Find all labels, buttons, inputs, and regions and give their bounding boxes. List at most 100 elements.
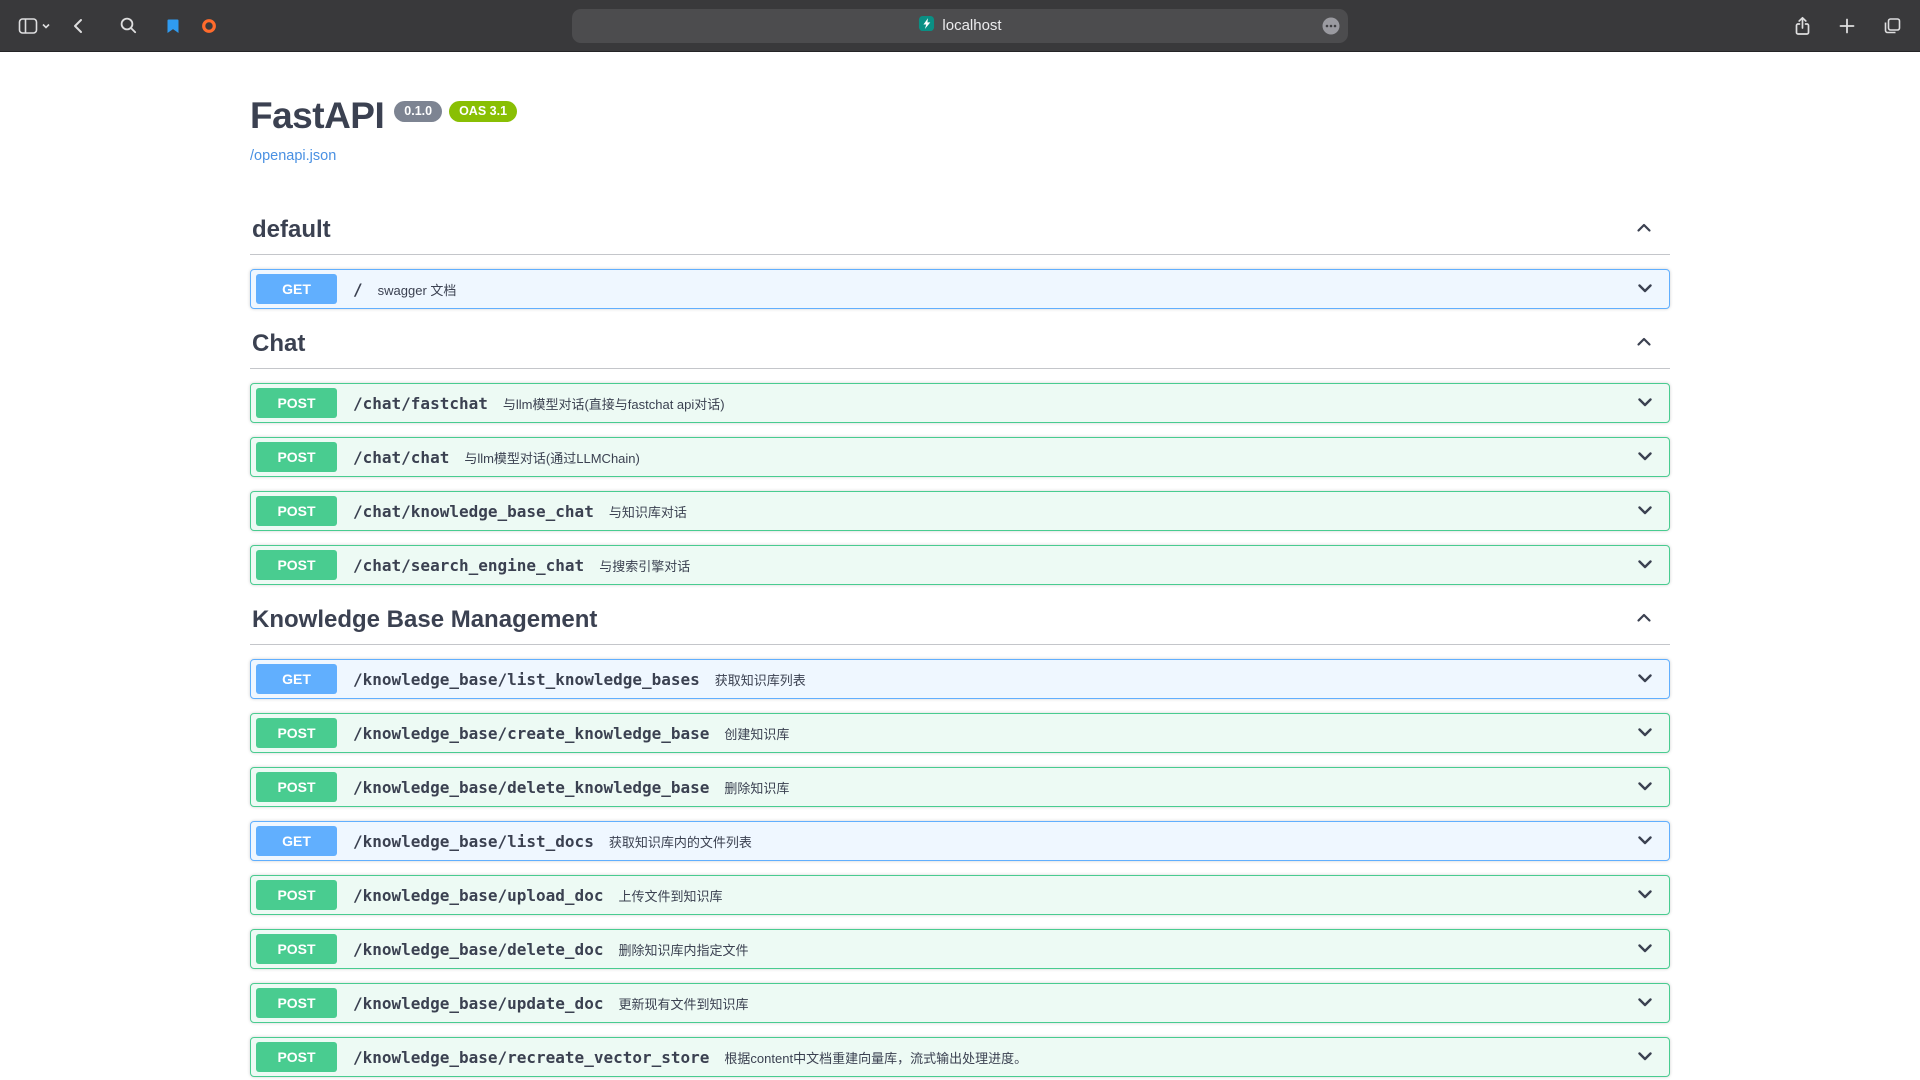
- more-options-icon[interactable]: [1320, 15, 1342, 37]
- endpoint-description: 根据content中文档重建向量库，流式输出处理进度。: [724, 1048, 1027, 1067]
- endpoint-row[interactable]: POST /knowledge_base/create_knowledge_ba…: [250, 713, 1670, 753]
- method-badge: GET: [256, 826, 337, 856]
- method-badge: POST: [256, 1042, 337, 1072]
- section-header[interactable]: Chat: [250, 323, 1670, 369]
- section-header[interactable]: default: [250, 209, 1670, 255]
- endpoint-description: 与知识库对话: [609, 502, 687, 521]
- endpoint-path: /knowledge_base/upload_doc: [353, 886, 603, 905]
- chevron-down-icon: [41, 21, 51, 31]
- endpoint-list: GET / swagger 文档: [250, 269, 1670, 309]
- endpoint-path: /chat/knowledge_base_chat: [353, 502, 594, 521]
- tab-overview-button[interactable]: [1880, 14, 1904, 38]
- chevron-down-icon: [1635, 992, 1655, 1015]
- method-badge: GET: [256, 274, 337, 304]
- openapi-spec-link[interactable]: /openapi.json: [250, 148, 336, 164]
- endpoint-description: 创建知识库: [724, 724, 789, 743]
- method-badge: POST: [256, 388, 337, 418]
- endpoint-path: /chat/search_engine_chat: [353, 556, 584, 575]
- endpoint-row[interactable]: POST /knowledge_base/recreate_vector_sto…: [250, 1037, 1670, 1077]
- page-title: FastAPI: [250, 96, 384, 136]
- expand-endpoint-button[interactable]: [1635, 938, 1655, 961]
- address-bar[interactable]: localhost: [572, 9, 1348, 43]
- blue-bookmark-extension-icon: [164, 17, 182, 35]
- sidebar-toggle-icon: [18, 16, 38, 36]
- collapse-section-button[interactable]: [1620, 332, 1668, 355]
- endpoint-path: /chat/chat: [353, 448, 449, 467]
- blue-extension-button[interactable]: [162, 15, 184, 37]
- chevron-down-icon: [1635, 446, 1655, 469]
- endpoint-description: swagger 文档: [378, 280, 457, 299]
- search-button[interactable]: [117, 14, 140, 37]
- api-section: Knowledge Base Management GET /knowledge…: [250, 599, 1670, 1077]
- orange-extension-button[interactable]: [198, 15, 220, 37]
- share-button[interactable]: [1791, 14, 1814, 38]
- endpoint-row[interactable]: GET /knowledge_base/list_knowledge_bases…: [250, 659, 1670, 699]
- endpoint-list: POST /chat/fastchat 与llm模型对话(直接与fastchat…: [250, 383, 1670, 585]
- expand-endpoint-button[interactable]: [1635, 668, 1655, 691]
- version-badge: 0.1.0: [394, 101, 442, 122]
- expand-endpoint-button[interactable]: [1635, 446, 1655, 469]
- expand-endpoint-button[interactable]: [1635, 278, 1655, 301]
- section-title: Knowledge Base Management: [252, 605, 597, 634]
- endpoint-row[interactable]: POST /chat/fastchat 与llm模型对话(直接与fastchat…: [250, 383, 1670, 423]
- back-button[interactable]: [67, 14, 91, 38]
- endpoint-path: /knowledge_base/list_knowledge_bases: [353, 670, 700, 689]
- endpoint-description: 与搜索引擎对话: [599, 556, 690, 575]
- expand-endpoint-button[interactable]: [1635, 776, 1655, 799]
- chevron-down-icon: [1635, 554, 1655, 577]
- method-badge: POST: [256, 988, 337, 1018]
- api-section: default GET / swagger 文档: [250, 209, 1670, 309]
- method-badge: POST: [256, 496, 337, 526]
- chevron-down-icon: [1635, 392, 1655, 415]
- orange-ring-extension-icon: [200, 17, 218, 35]
- chevron-down-icon: [1635, 884, 1655, 907]
- expand-endpoint-button[interactable]: [1635, 830, 1655, 853]
- collapse-section-button[interactable]: [1620, 608, 1668, 631]
- chevron-up-icon: [1634, 332, 1654, 355]
- endpoint-row[interactable]: POST /chat/knowledge_base_chat 与知识库对话: [250, 491, 1670, 531]
- endpoint-description: 删除知识库: [724, 778, 789, 797]
- endpoint-row[interactable]: POST /chat/search_engine_chat 与搜索引擎对话: [250, 545, 1670, 585]
- endpoint-row[interactable]: POST /knowledge_base/delete_doc 删除知识库内指定…: [250, 929, 1670, 969]
- section-title: Chat: [252, 329, 305, 358]
- share-icon: [1793, 16, 1812, 36]
- chevron-down-icon: [1635, 668, 1655, 691]
- expand-endpoint-button[interactable]: [1635, 1046, 1655, 1069]
- new-tab-button[interactable]: [1836, 15, 1858, 37]
- endpoint-path: /knowledge_base/delete_knowledge_base: [353, 778, 709, 797]
- collapse-section-button[interactable]: [1620, 218, 1668, 241]
- endpoint-description: 与llm模型对话(直接与fastchat api对话): [503, 394, 725, 413]
- endpoint-description: 上传文件到知识库: [618, 886, 722, 905]
- method-badge: POST: [256, 550, 337, 580]
- endpoint-description: 删除知识库内指定文件: [618, 940, 748, 959]
- endpoint-row[interactable]: GET / swagger 文档: [250, 269, 1670, 309]
- chevron-up-icon: [1634, 608, 1654, 631]
- section-header[interactable]: Knowledge Base Management: [250, 599, 1670, 645]
- endpoint-list: GET /knowledge_base/list_knowledge_bases…: [250, 659, 1670, 1077]
- endpoint-row[interactable]: GET /knowledge_base/list_docs 获取知识库内的文件列…: [250, 821, 1670, 861]
- expand-endpoint-button[interactable]: [1635, 554, 1655, 577]
- swagger-page: FastAPI 0.1.0 OAS 3.1 /openapi.json defa…: [250, 52, 1670, 1077]
- api-section: Chat POST /chat/fastchat 与llm模型对话(直接与fas…: [250, 323, 1670, 585]
- endpoint-row[interactable]: POST /knowledge_base/upload_doc 上传文件到知识库: [250, 875, 1670, 915]
- endpoint-path: /knowledge_base/update_doc: [353, 994, 603, 1013]
- chevron-down-icon: [1635, 1046, 1655, 1069]
- endpoint-description: 与llm模型对话(通过LLMChain): [464, 448, 640, 467]
- expand-endpoint-button[interactable]: [1635, 992, 1655, 1015]
- expand-endpoint-button[interactable]: [1635, 884, 1655, 907]
- api-sections: default GET / swagger 文档 Chat: [250, 209, 1670, 1077]
- url-text: localhost: [942, 17, 1001, 34]
- method-badge: POST: [256, 772, 337, 802]
- method-badge: POST: [256, 442, 337, 472]
- endpoint-description: 获取知识库列表: [715, 670, 806, 689]
- site-favicon-icon: [918, 15, 935, 36]
- expand-endpoint-button[interactable]: [1635, 392, 1655, 415]
- endpoint-row[interactable]: POST /chat/chat 与llm模型对话(通过LLMChain): [250, 437, 1670, 477]
- expand-endpoint-button[interactable]: [1635, 722, 1655, 745]
- endpoint-row[interactable]: POST /knowledge_base/update_doc 更新现有文件到知…: [250, 983, 1670, 1023]
- sidebar-toggle-button[interactable]: [16, 14, 53, 38]
- expand-endpoint-button[interactable]: [1635, 500, 1655, 523]
- tab-overview-icon: [1882, 16, 1902, 36]
- endpoint-row[interactable]: POST /knowledge_base/delete_knowledge_ba…: [250, 767, 1670, 807]
- chevron-down-icon: [1635, 722, 1655, 745]
